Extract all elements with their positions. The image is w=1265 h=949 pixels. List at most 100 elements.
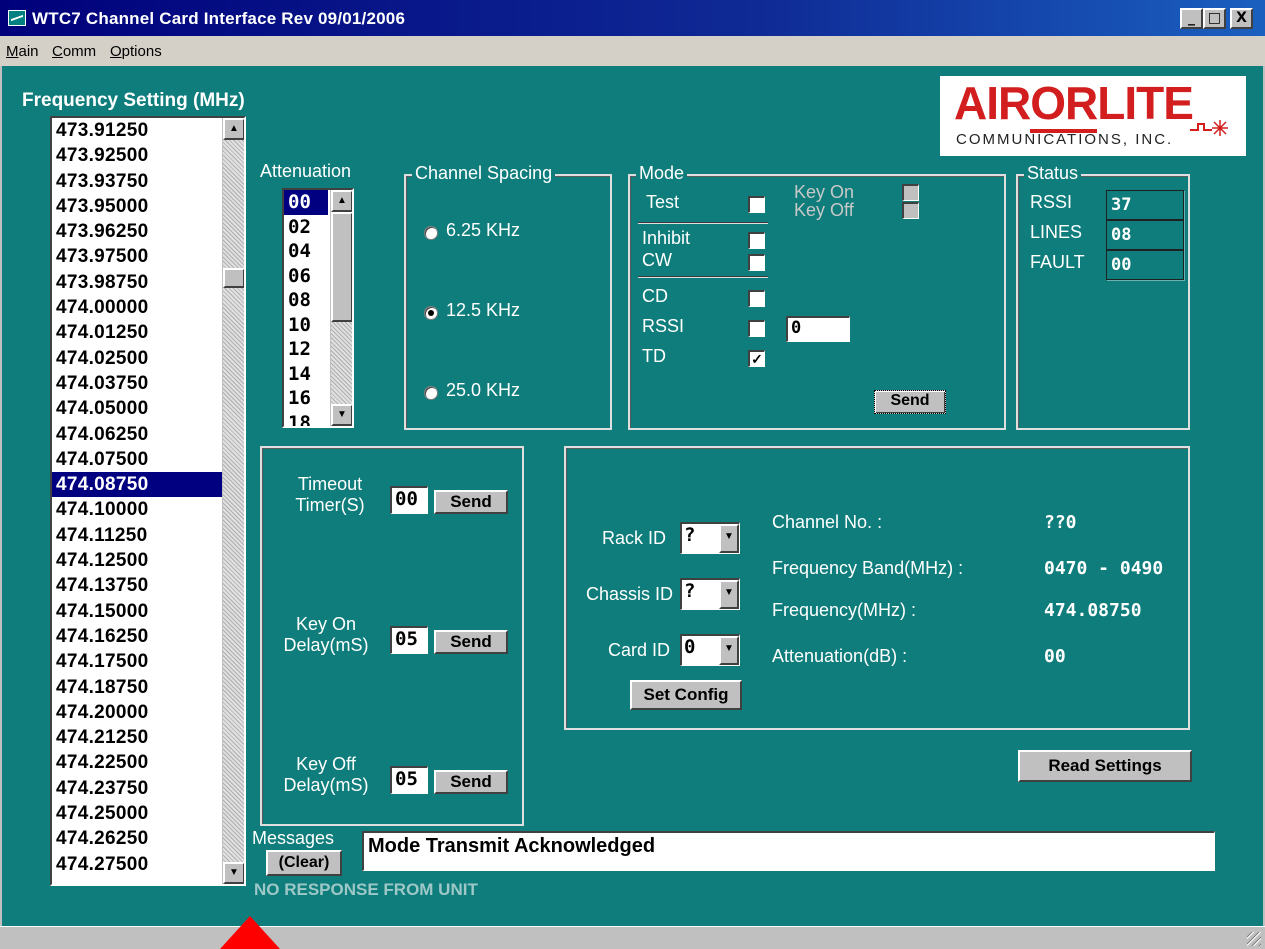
rack-id-select[interactable]: ? ▼ [680, 522, 740, 554]
attenuation-list[interactable]: 00 02 04 06 08 10 12 14 16 18 ▲ ▼ [282, 188, 354, 428]
attenuation-scrollbar[interactable]: ▲ ▼ [330, 190, 352, 426]
title-bar: WTC7 Channel Card Interface Rev 09/01/20… [0, 0, 1265, 36]
airorlite-logo: AIRORLITE COMMUNICATIONS, INC. [940, 76, 1246, 156]
timeout-input[interactable]: 00 [390, 486, 428, 514]
radio-25-0[interactable] [424, 386, 438, 400]
status-title: Status [1024, 163, 1082, 184]
close-button[interactable]: X [1230, 8, 1253, 29]
status-fault-value: 00 [1106, 250, 1184, 280]
mode-group: Mode Test Key On Key Off Inhibit CW CD R… [628, 163, 1006, 430]
frequency-list-item[interactable]: 474.20000 [52, 700, 244, 725]
rack-id-dropdown-icon[interactable]: ▼ [719, 524, 739, 553]
chassis-id-select[interactable]: ? ▼ [680, 578, 740, 610]
att-scroll-down-icon[interactable]: ▼ [331, 404, 352, 426]
radio-12-5[interactable] [424, 306, 438, 320]
card-id-dropdown-icon[interactable]: ▼ [719, 636, 739, 665]
mode-send-button[interactable]: Send [874, 390, 946, 414]
status-rssi-value: 37 [1106, 190, 1184, 220]
frequency-list[interactable]: 473.91250 473.92500 473.93750 473.95000 473.… [50, 116, 246, 886]
frequency-list-item[interactable]: 473.91250 [52, 118, 244, 143]
test-checkbox[interactable] [748, 196, 765, 213]
frequency-list-item[interactable]: 474.12500 [52, 548, 244, 573]
rssi-input[interactable]: 0 [786, 316, 850, 342]
inhibit-checkbox[interactable] [748, 232, 765, 249]
frequency-list-item[interactable]: 473.98750 [52, 270, 244, 295]
frequency-list-item[interactable]: 473.96250 [52, 219, 244, 244]
card-id-select[interactable]: 0 ▼ [680, 634, 740, 666]
frequency-list-item[interactable]: 473.93750 [52, 169, 244, 194]
config-group: Rack ID ? ▼ Chassis ID ? ▼ Card ID 0 ▼ S… [564, 446, 1190, 730]
frequency-items: 473.91250 473.92500 473.93750 473.95000 473.… [52, 118, 244, 877]
attenuation-list-item[interactable]: 00 [284, 190, 328, 215]
spacing-12-5-label: 12.5 KHz [446, 300, 521, 320]
frequency-list-item[interactable]: 474.03750 [52, 371, 244, 396]
messages-textbox[interactable]: Mode Transmit Acknowledged [362, 831, 1215, 871]
cw-checkbox[interactable] [748, 254, 765, 271]
frequency-list-item[interactable]: 474.27500 [52, 852, 244, 877]
frequency-list-item[interactable]: 474.17500 [52, 649, 244, 674]
menu-options[interactable]: Options [110, 43, 162, 60]
frequency-band-label: Frequency Band(MHz) : [772, 558, 964, 578]
frequency-label: Frequency(MHz) : [772, 600, 917, 620]
frequency-list-item[interactable]: 474.25000 [52, 801, 244, 826]
att-scroll-up-icon[interactable]: ▲ [331, 190, 352, 212]
maximize-button[interactable]: □ [1203, 8, 1226, 29]
frequency-list-item[interactable]: 474.00000 [52, 295, 244, 320]
no-response-status: NO RESPONSE FROM UNIT [254, 880, 478, 899]
frequency-list-item[interactable]: 474.08750 [52, 472, 244, 498]
frequency-list-item[interactable]: 474.23750 [52, 776, 244, 801]
scroll-down-icon[interactable]: ▼ [223, 862, 244, 884]
frequency-list-item[interactable]: 473.95000 [52, 194, 244, 219]
minimize-button[interactable]: _ [1180, 8, 1203, 29]
frequency-list-item[interactable]: 474.11250 [52, 523, 244, 548]
app-icon[interactable] [8, 10, 26, 26]
frequency-list-item[interactable]: 473.97500 [52, 244, 244, 269]
frequency-setting-label: Frequency Setting (MHz) [22, 90, 245, 111]
key-on-checkbox[interactable] [902, 184, 919, 201]
menu-comm[interactable]: Comm [52, 43, 96, 60]
menu-main[interactable]: Main [6, 43, 39, 60]
scroll-thumb[interactable] [223, 268, 244, 288]
key-on-delay-input[interactable]: 05 [390, 626, 428, 654]
scroll-up-icon[interactable]: ▲ [223, 118, 244, 140]
resize-grip-icon[interactable] [1247, 932, 1261, 946]
cd-checkbox[interactable] [748, 290, 765, 307]
key-off-checkbox[interactable] [902, 202, 919, 219]
frequency-list-item[interactable]: 474.22500 [52, 750, 244, 775]
timeout-label: Timeout Timer(S) [295, 474, 365, 515]
radio-6-25[interactable] [424, 226, 438, 240]
menu-bar: Main Comm Options [0, 36, 1265, 66]
channel-no-value: ??0 [1044, 512, 1077, 533]
rssi-checkbox[interactable] [748, 320, 765, 337]
td-checkbox[interactable]: ✓ [748, 350, 765, 367]
frequency-list-item[interactable]: 474.18750 [52, 675, 244, 700]
frequency-list-item[interactable]: 474.10000 [52, 497, 244, 522]
laser-icon [1190, 120, 1228, 136]
frequency-list-item[interactable]: 474.02500 [52, 346, 244, 371]
channel-no-label: Channel No. : [772, 512, 883, 532]
frequency-list-item[interactable]: 474.01250 [52, 320, 244, 345]
set-config-button[interactable]: Set Config [630, 680, 742, 710]
frequency-list-item[interactable]: 474.26250 [52, 826, 244, 851]
read-settings-button[interactable]: Read Settings [1018, 750, 1192, 782]
frequency-list-item[interactable]: 473.92500 [52, 143, 244, 168]
chassis-id-dropdown-icon[interactable]: ▼ [719, 580, 739, 609]
window-title: WTC7 Channel Card Interface Rev 09/01/20… [32, 9, 406, 28]
frequency-value: 474.08750 [1044, 600, 1142, 621]
frequency-list-item[interactable]: 474.13750 [52, 573, 244, 598]
key-off-delay-send-button[interactable]: Send [434, 770, 508, 794]
frequency-list-item[interactable]: 474.07500 [52, 447, 244, 472]
frequency-scrollbar[interactable]: ▲ ▼ [222, 118, 244, 884]
frequency-list-item[interactable]: 474.16250 [52, 624, 244, 649]
spacing-25-0-label: 25.0 KHz [446, 380, 521, 400]
att-scroll-thumb[interactable] [331, 212, 352, 322]
frequency-list-item[interactable]: 474.05000 [52, 396, 244, 421]
frequency-list-item[interactable]: 474.06250 [52, 422, 244, 447]
key-on-delay-send-button[interactable]: Send [434, 630, 508, 654]
frequency-list-item[interactable]: 474.15000 [52, 599, 244, 624]
clear-button[interactable]: (Clear) [266, 850, 342, 876]
key-off-delay-input[interactable]: 05 [390, 766, 428, 794]
timeout-send-button[interactable]: Send [434, 490, 508, 514]
frequency-list-item[interactable]: 474.21250 [52, 725, 244, 750]
mode-title: Mode [636, 163, 688, 184]
